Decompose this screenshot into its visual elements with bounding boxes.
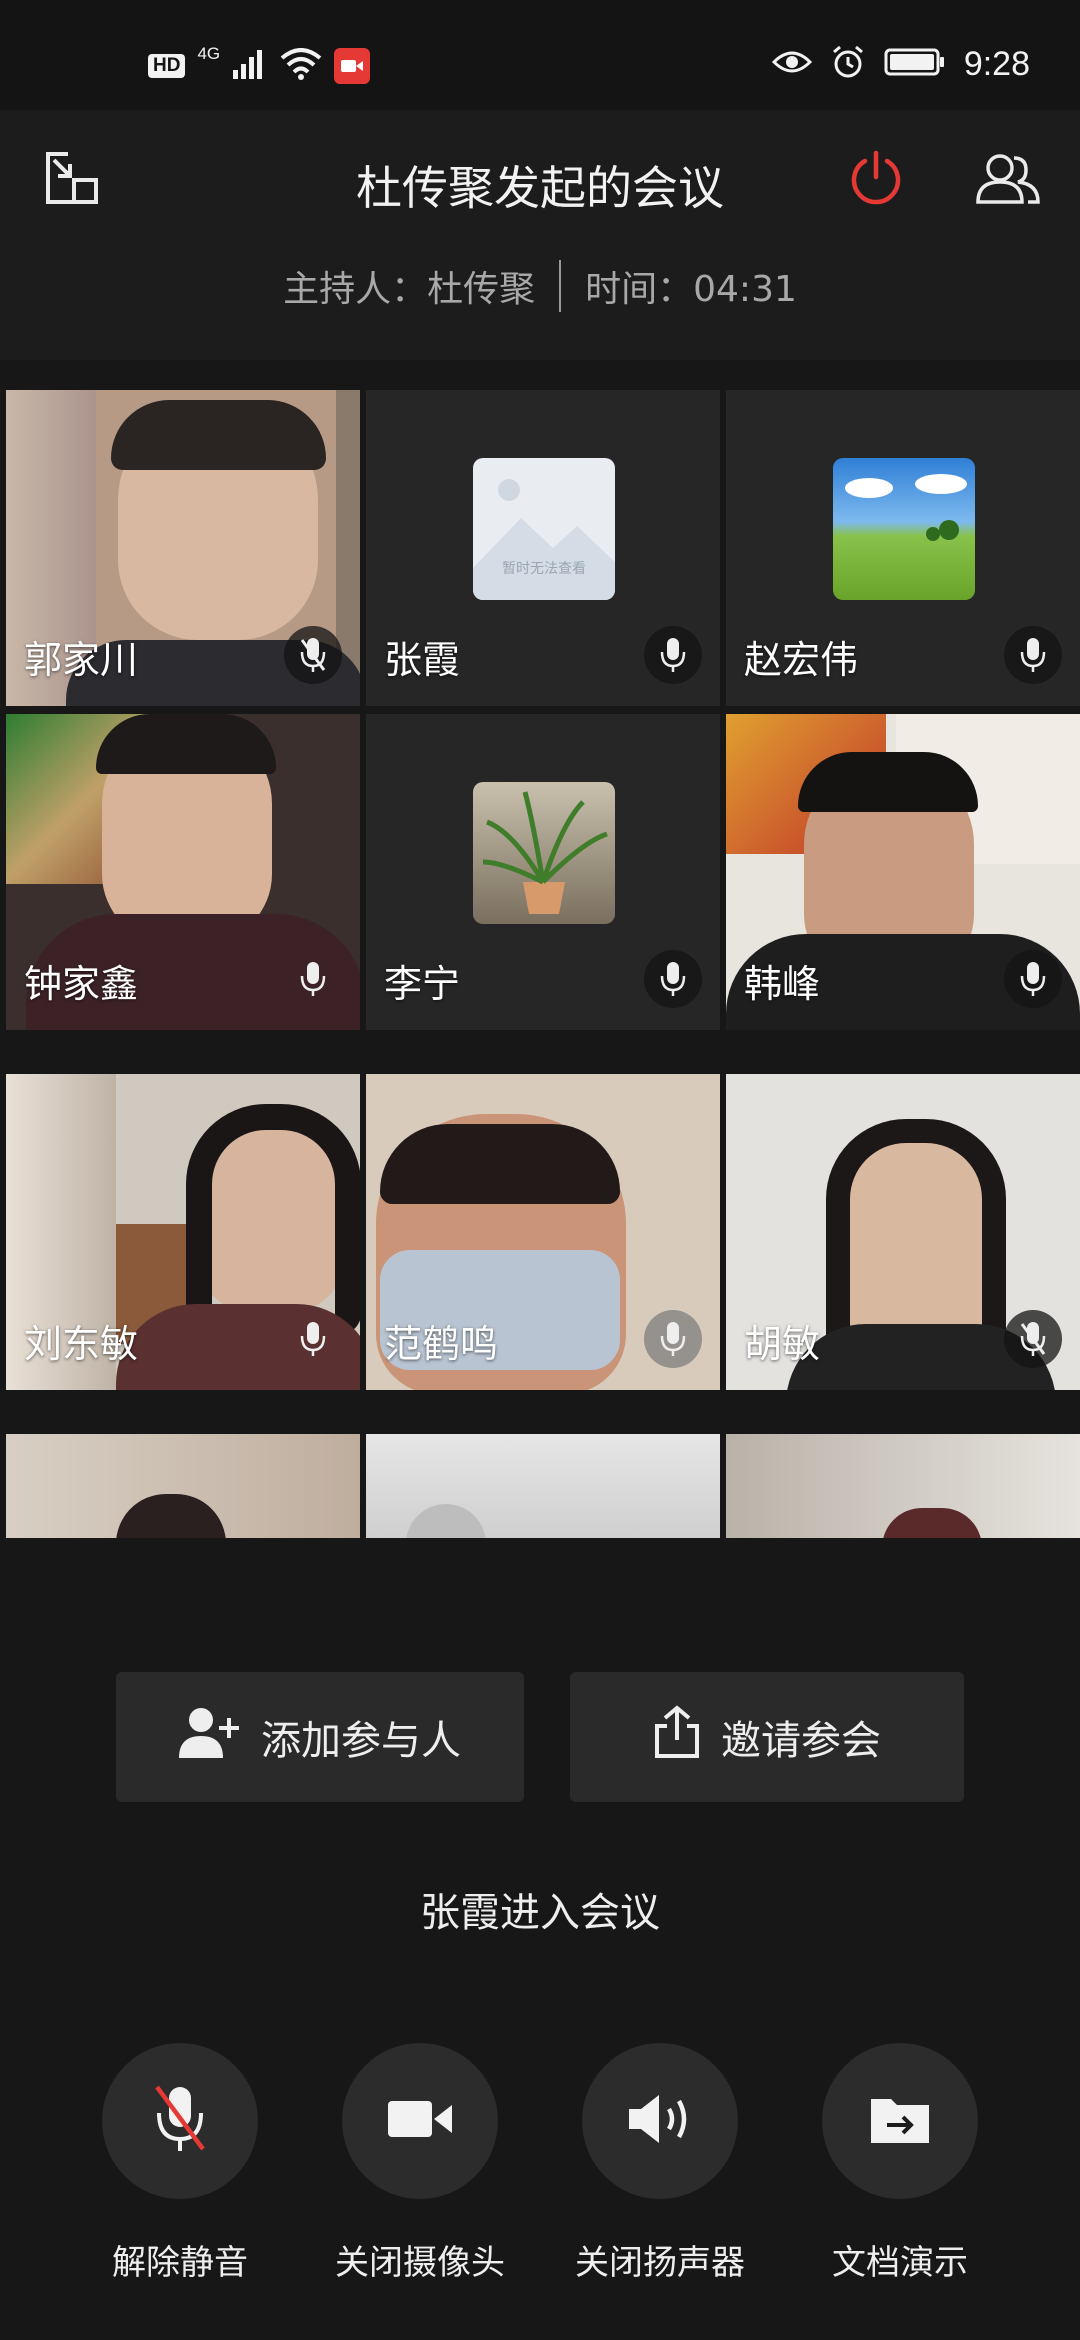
status-bar: HD 4G 9:28 bbox=[0, 0, 1080, 110]
mic-icon bbox=[284, 1310, 342, 1368]
mic-icon bbox=[644, 1310, 702, 1368]
video-tile[interactable]: 暂时无法查看 张霞 bbox=[366, 390, 720, 706]
participant-name: 钟家鑫 bbox=[24, 962, 139, 1006]
hair bbox=[798, 752, 978, 812]
eye-icon bbox=[771, 48, 812, 80]
video-tile[interactable]: 郭家川 bbox=[6, 390, 360, 706]
video-tile[interactable]: 李宁 bbox=[366, 714, 720, 1030]
speaker-off-button[interactable] bbox=[582, 2043, 738, 2199]
wifi-icon bbox=[280, 48, 322, 84]
video-tile[interactable]: 韩峰 bbox=[726, 714, 1080, 1030]
add-participant-button[interactable]: 添加参与人 bbox=[116, 1672, 524, 1802]
end-meeting-button[interactable] bbox=[836, 140, 916, 220]
mic-icon bbox=[284, 950, 342, 1008]
add-user-icon bbox=[179, 1704, 241, 1770]
mic-muted-icon bbox=[153, 2083, 207, 2159]
participant-name: 韩峰 bbox=[744, 962, 821, 1006]
camera-off-button[interactable] bbox=[342, 2043, 498, 2199]
add-participant-label: 添加参与人 bbox=[261, 1718, 461, 1764]
meeting-header: 杜传聚发起的会议 主持人：杜传聚 时间：04:31 bbox=[0, 110, 1080, 360]
ceiling-light bbox=[406, 1504, 486, 1538]
invite-label: 邀请参会 bbox=[721, 1718, 881, 1764]
mic-icon bbox=[1004, 950, 1062, 1008]
duration-label: 时间：04:31 bbox=[585, 269, 797, 310]
mic-icon bbox=[1004, 626, 1062, 684]
video-camera-icon bbox=[386, 2099, 454, 2143]
participants-icon bbox=[974, 150, 1042, 210]
meeting-title: 杜传聚发起的会议 bbox=[356, 161, 724, 215]
invite-button[interactable]: 邀请参会 bbox=[570, 1672, 964, 1802]
hair bbox=[111, 400, 326, 470]
battery-icon bbox=[884, 47, 946, 81]
hair bbox=[882, 1508, 982, 1538]
unmute-label: 解除静音 bbox=[112, 2243, 248, 2283]
meeting-info: 主持人：杜传聚 时间：04:31 bbox=[0, 260, 1080, 312]
clock: 9:28 bbox=[963, 44, 1030, 83]
video-tile[interactable] bbox=[6, 1434, 360, 1538]
hd-badge: HD bbox=[148, 54, 186, 78]
mic-muted-icon bbox=[1004, 1310, 1062, 1368]
document-present-button[interactable] bbox=[822, 2043, 978, 2199]
network-type: 4G bbox=[197, 44, 221, 63]
plant-avatar bbox=[473, 782, 615, 924]
video-tile[interactable]: 钟家鑫 bbox=[6, 714, 360, 1030]
participant-name: 郭家川 bbox=[24, 638, 139, 682]
join-notification: 张霞进入会议 bbox=[420, 1890, 660, 1936]
video-tile[interactable]: 赵宏伟 bbox=[726, 390, 1080, 706]
participant-name: 胡敏 bbox=[744, 1322, 821, 1366]
video-unavailable-image: 暂时无法查看 bbox=[473, 458, 615, 600]
status-right: 9:28 bbox=[771, 44, 1030, 84]
mic-icon bbox=[644, 626, 702, 684]
hair bbox=[116, 1494, 226, 1538]
folder-share-icon bbox=[869, 2093, 931, 2149]
landscape-avatar bbox=[833, 458, 975, 600]
screen-record-icon bbox=[334, 48, 371, 84]
camera-off-label: 关闭摄像头 bbox=[335, 2243, 505, 2283]
hair bbox=[96, 714, 276, 774]
unmute-control[interactable]: 解除静音 bbox=[90, 2043, 270, 2284]
unavailable-text: 暂时无法查看 bbox=[502, 561, 586, 577]
unmute-button[interactable] bbox=[102, 2043, 258, 2199]
document-present-label: 文档演示 bbox=[832, 2243, 968, 2283]
host-label: 主持人：杜传聚 bbox=[283, 269, 536, 310]
participant-name: 张霞 bbox=[384, 638, 461, 682]
participant-name: 范鹤鸣 bbox=[384, 1322, 499, 1366]
hair bbox=[380, 1124, 620, 1204]
power-icon bbox=[847, 149, 905, 211]
video-tile[interactable] bbox=[366, 1434, 720, 1538]
video-tile[interactable]: 胡敏 bbox=[726, 1074, 1080, 1390]
speaker-icon bbox=[627, 2093, 693, 2149]
hair bbox=[186, 1104, 360, 1334]
document-present-control[interactable]: 文档演示 bbox=[810, 2043, 990, 2284]
mic-muted-icon bbox=[284, 626, 342, 684]
video-tile[interactable] bbox=[726, 1434, 1080, 1538]
video-tile[interactable]: 范鹤鸣 bbox=[366, 1074, 720, 1390]
status-left: HD 4G bbox=[148, 44, 371, 84]
share-icon bbox=[653, 1704, 701, 1770]
video-tile[interactable]: 刘东敏 bbox=[6, 1074, 360, 1390]
participant-name: 赵宏伟 bbox=[744, 638, 859, 682]
camera-control[interactable]: 关闭摄像头 bbox=[330, 2043, 510, 2284]
speaker-control[interactable]: 关闭扬声器 bbox=[570, 2043, 750, 2284]
participants-button[interactable] bbox=[968, 140, 1048, 220]
signal-icon bbox=[232, 48, 268, 84]
participant-name: 刘东敏 bbox=[24, 1322, 139, 1366]
divider bbox=[559, 260, 562, 312]
speaker-off-label: 关闭扬声器 bbox=[575, 2243, 745, 2283]
mic-icon bbox=[644, 950, 702, 1008]
participant-name: 李宁 bbox=[384, 962, 461, 1006]
alarm-icon bbox=[830, 44, 866, 84]
